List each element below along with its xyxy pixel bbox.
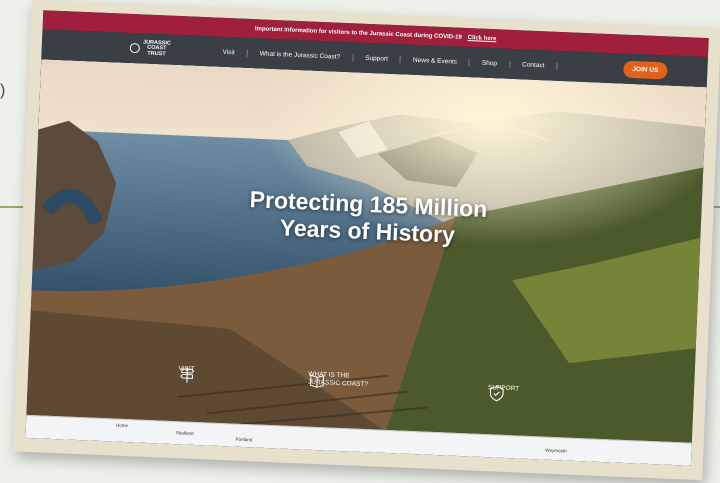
subnav-item-home[interactable]: Home (116, 423, 128, 428)
site-logo[interactable]: JURASSIC COAST TRUST (129, 39, 172, 58)
book-icon (310, 374, 325, 388)
shield-icon (489, 385, 504, 402)
nav-item-news-events[interactable]: News & Events (400, 55, 471, 66)
join-us-button[interactable]: JOIN US (623, 60, 668, 79)
hero-section: Protecting 185 Million Years of History … (26, 59, 707, 444)
subnav-item-portland[interactable]: Portland (235, 437, 252, 443)
signpost-icon (180, 367, 195, 383)
nav-item-contact[interactable]: Contact (509, 60, 558, 70)
nav-item-what-is[interactable]: What is the Jurassic Coast? (247, 49, 354, 61)
nav-item-visit[interactable]: Visit (210, 47, 248, 57)
subnav-item-weymouth[interactable]: Weymouth (545, 448, 567, 454)
website-screenshot: Important information for visitors to th… (25, 10, 709, 466)
quick-link-visit[interactable]: VISIT (178, 365, 195, 383)
banner-notice: Important information for visitors to th… (254, 25, 462, 41)
logo-icon (129, 42, 141, 54)
logo-text: JURASSIC COAST TRUST (142, 39, 172, 58)
subnav-item-studland[interactable]: Studland (176, 430, 194, 436)
banner-link[interactable]: Click here (468, 35, 497, 42)
background-mark: ) (0, 82, 6, 99)
printed-photo-card: Important information for visitors to th… (12, 0, 720, 481)
nav-item-shop[interactable]: Shop (469, 58, 511, 68)
quick-link-support[interactable]: SUPPORT (488, 384, 519, 402)
nav-item-support[interactable]: Support (353, 53, 402, 63)
quick-link-what-is[interactable]: WHAT IS THE JURASSIC COAST? (308, 371, 369, 389)
